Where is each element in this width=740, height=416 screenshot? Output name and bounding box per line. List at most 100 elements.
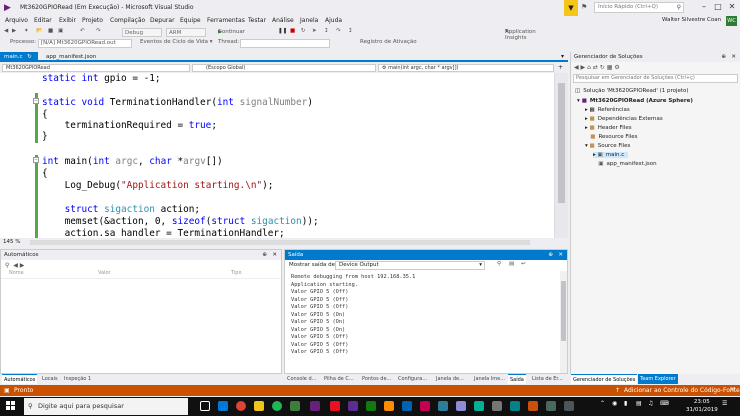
close-panel-icon[interactable]: ✕ xyxy=(731,52,736,62)
tree-node-resource-files[interactable]: ■ Resource Files xyxy=(585,134,637,140)
tab-autos[interactable]: Automáticos xyxy=(2,374,38,384)
close-panel-icon[interactable]: ✕ xyxy=(272,250,277,260)
tab-watch-1[interactable]: Inspeção 1 xyxy=(62,374,93,384)
search-depth-icon[interactable]: ⚲ xyxy=(5,262,9,269)
app-icon[interactable] xyxy=(366,401,376,411)
tab-exception-settings[interactable]: Configura... xyxy=(396,374,429,384)
menu-projeto[interactable]: Projeto xyxy=(82,17,103,24)
tab-solution-explorer[interactable]: Gerenciador de Soluções xyxy=(571,374,638,384)
chrome-icon[interactable] xyxy=(236,401,246,411)
notifications-icon[interactable]: ✉ xyxy=(730,386,735,393)
find-icon[interactable]: ⚲ xyxy=(497,261,501,267)
horizontal-scrollbar[interactable] xyxy=(30,240,530,245)
collapse-icon[interactable]: – xyxy=(33,157,39,163)
pin-icon[interactable]: ↻ xyxy=(27,54,32,60)
app-icon[interactable] xyxy=(438,401,448,411)
notification-flag-icon[interactable]: ⚑ xyxy=(581,3,587,11)
close-panel-icon[interactable]: ✕ xyxy=(558,250,563,260)
tree-node-header-files[interactable]: ▸ ■ Header Files xyxy=(585,125,632,131)
menu-equipe[interactable]: Equipe xyxy=(180,17,201,24)
app-icon[interactable] xyxy=(348,401,358,411)
close-button[interactable]: ✕ xyxy=(726,2,738,11)
spotify-icon[interactable] xyxy=(272,401,282,411)
app-icon[interactable] xyxy=(402,401,412,411)
stop-icon[interactable]: ■ xyxy=(290,28,295,34)
user-avatar[interactable]: WC xyxy=(726,16,737,26)
break-all-icon[interactable]: ❚❚ xyxy=(278,28,287,34)
tab-overflow-icon[interactable]: ▾ xyxy=(561,52,564,62)
menu-ajuda[interactable]: Ajuda xyxy=(325,17,342,24)
editor-scrollbar[interactable] xyxy=(554,73,568,238)
maximize-button[interactable]: □ xyxy=(712,2,724,11)
properties-icon[interactable]: ⚙ xyxy=(614,64,619,71)
volume-icon[interactable]: ♫ xyxy=(648,400,653,407)
tab-console[interactable]: Console d... xyxy=(285,374,318,384)
new-project-icon[interactable]: ✦ xyxy=(24,28,29,34)
tab-locals[interactable]: Locais xyxy=(40,374,60,384)
global-scope-select[interactable]: (Escopo Global) xyxy=(192,64,376,72)
app-icon[interactable] xyxy=(564,401,574,411)
process-select[interactable]: [N/A] Mt3620GPIORead.out xyxy=(38,39,132,48)
add-source-control-button[interactable]: Adicionar ao Controle do Código-Fonte xyxy=(624,387,740,394)
tab-app-manifest[interactable]: app_manifest.json xyxy=(42,52,102,62)
app-icon[interactable] xyxy=(330,401,340,411)
app-icon[interactable] xyxy=(290,401,300,411)
col-name[interactable]: Nome xyxy=(9,270,24,276)
tray-app-icon[interactable]: ◉ xyxy=(612,400,617,407)
col-value[interactable]: Valor xyxy=(98,270,111,276)
collapse-icon[interactable]: – xyxy=(33,98,39,104)
back-icon[interactable]: ◀ xyxy=(13,262,18,269)
undo-icon[interactable]: ↶ xyxy=(80,28,85,34)
user-name[interactable]: Walter Silvestre Coan xyxy=(662,17,721,23)
forward-icon[interactable]: ▶ xyxy=(12,28,16,34)
app-icon[interactable] xyxy=(474,401,484,411)
menu-janela[interactable]: Janela xyxy=(300,17,318,24)
project-scope-select[interactable]: Mt3620GPIORead xyxy=(2,64,190,72)
app-icon[interactable] xyxy=(420,401,430,411)
menu-testar[interactable]: Testar xyxy=(248,17,266,24)
save-icon[interactable]: ■ xyxy=(48,28,53,34)
pin-icon[interactable]: ⊕ xyxy=(721,52,726,62)
back-icon[interactable]: ◀ xyxy=(4,28,8,34)
file-explorer-icon[interactable] xyxy=(254,401,264,411)
app-icon[interactable] xyxy=(384,401,394,411)
tree-node-references[interactable]: ▸ ▦ Referências xyxy=(585,107,630,113)
menu-ferramentas[interactable]: Ferramentas xyxy=(207,17,245,24)
refresh-icon[interactable]: ↻ xyxy=(600,64,605,71)
tree-node-source-files[interactable]: ▾ ■ Source Files xyxy=(585,143,630,149)
taskbar-search-input[interactable]: ⚲ Digite aqui para pesquisar xyxy=(24,398,188,415)
pin-icon[interactable]: ⊕ xyxy=(548,250,553,260)
pin-icon[interactable]: ⊕ xyxy=(262,250,267,260)
app-icon[interactable] xyxy=(546,401,556,411)
windows-start-icon[interactable] xyxy=(6,401,16,411)
tab-error-list[interactable]: Lista de Er... xyxy=(530,374,565,384)
open-icon[interactable]: 📂 xyxy=(36,28,43,34)
zoom-level[interactable]: 145 % xyxy=(3,239,20,245)
task-view-icon[interactable] xyxy=(200,401,210,411)
thread-select[interactable] xyxy=(240,39,330,48)
menu-analise[interactable]: Análise xyxy=(272,17,294,24)
tree-node-solution[interactable]: ◫ Solução 'Mt3620GPIORead' (1 projeto) xyxy=(575,88,689,94)
tab-immediate-window[interactable]: Janela Ime... xyxy=(472,374,507,384)
step-into-icon[interactable]: ↧ xyxy=(324,28,329,34)
visual-studio-taskbar-icon[interactable] xyxy=(310,401,320,411)
tree-node-project[interactable]: ▾ ■ Mt3620GPIORead (Azure Sphere) xyxy=(577,98,693,104)
lifecycle-events-button[interactable]: Eventos de Ciclo de Vida ▾ xyxy=(140,39,213,45)
step-out-icon[interactable]: ↥ xyxy=(348,28,353,34)
step-over-icon[interactable]: ↷ xyxy=(336,28,341,34)
col-type[interactable]: Tipo xyxy=(231,270,242,276)
tab-team-explorer[interactable]: Team Explorer xyxy=(638,374,678,384)
tree-node-main-c[interactable]: ▸ ▣ main.c xyxy=(593,152,629,158)
word-wrap-icon[interactable]: ↩ xyxy=(521,261,526,267)
restart-icon[interactable]: ↻ xyxy=(301,28,306,34)
menu-compilacao[interactable]: Compilação xyxy=(110,17,145,24)
tab-output[interactable]: Saída xyxy=(508,374,526,384)
show-next-icon[interactable]: ➤ xyxy=(312,28,317,34)
tab-breakpoints[interactable]: Pontos de... xyxy=(360,374,393,384)
app-icon[interactable] xyxy=(510,401,520,411)
scrollbar-thumb[interactable] xyxy=(558,83,565,203)
output-scrollbar[interactable] xyxy=(560,271,567,373)
tab-main-c[interactable]: main.c ↻ ✕ xyxy=(0,52,38,70)
output-source-select[interactable]: Device Output ▾ xyxy=(335,261,485,270)
back-icon[interactable]: ◀ xyxy=(574,64,579,71)
